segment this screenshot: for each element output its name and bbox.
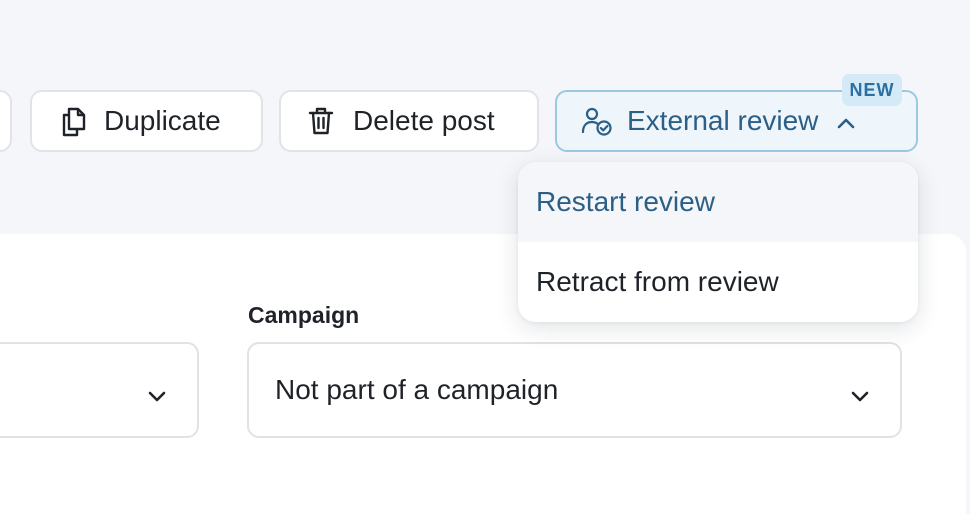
external-review-menu: Restart review Retract from review (518, 162, 918, 322)
campaign-select-value: Not part of a campaign (275, 374, 559, 405)
duplicate-button[interactable]: Duplicate (30, 90, 263, 152)
delete-post-button[interactable]: Delete post (279, 90, 539, 152)
chevron-up-icon (836, 105, 856, 137)
toolbar-button-partial[interactable] (0, 90, 12, 152)
new-badge: NEW (842, 74, 902, 106)
menu-item-restart-review[interactable]: Restart review (518, 162, 918, 242)
chevron-down-icon (850, 379, 870, 411)
campaign-label: Campaign (248, 302, 360, 328)
left-select-partial[interactable] (0, 342, 199, 438)
copy-icon (58, 105, 90, 137)
duplicate-label: Duplicate (104, 105, 221, 136)
delete-post-label: Delete post (353, 105, 495, 136)
campaign-select[interactable]: Not part of a campaign (247, 342, 902, 438)
trash-icon (305, 105, 337, 137)
external-review-label: External review (627, 105, 819, 136)
menu-item-retract-from-review[interactable]: Retract from review (518, 242, 918, 322)
user-check-icon (581, 105, 613, 137)
chevron-down-icon (147, 379, 167, 411)
